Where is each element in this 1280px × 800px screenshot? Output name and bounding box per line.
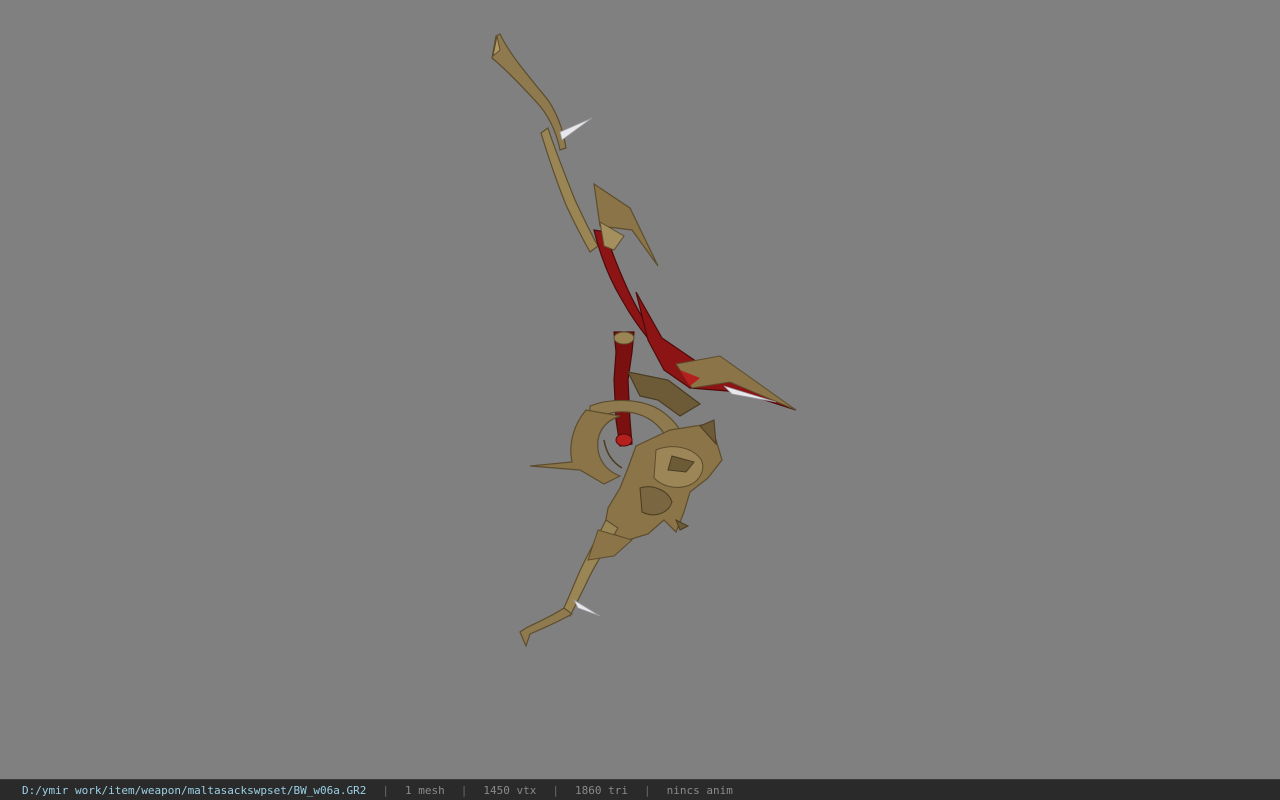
separator: | <box>552 783 559 797</box>
separator: | <box>643 783 651 797</box>
bow-model <box>491 33 797 648</box>
status-bar: D:/ymir work/item/weapon/maltasackswpset… <box>0 779 1280 800</box>
animation-status: nincs anim <box>666 783 733 797</box>
left-hook <box>529 409 622 485</box>
upper-limb-tip <box>491 33 567 151</box>
upper-spike <box>559 117 593 141</box>
lower-spike <box>573 598 601 617</box>
vertex-count: 1450 vtx <box>483 783 537 797</box>
upper-limb <box>540 127 599 253</box>
separator: | <box>460 783 468 797</box>
grip <box>613 331 635 447</box>
file-path: D:/ymir work/item/weapon/maltasackswpset… <box>22 783 367 797</box>
lower-limb-tip <box>519 607 574 648</box>
3d-viewport[interactable] <box>0 0 1280 779</box>
mesh-count: 1 mesh <box>405 783 445 797</box>
triangle-count: 1860 tri <box>574 783 628 797</box>
separator: | <box>382 783 389 797</box>
